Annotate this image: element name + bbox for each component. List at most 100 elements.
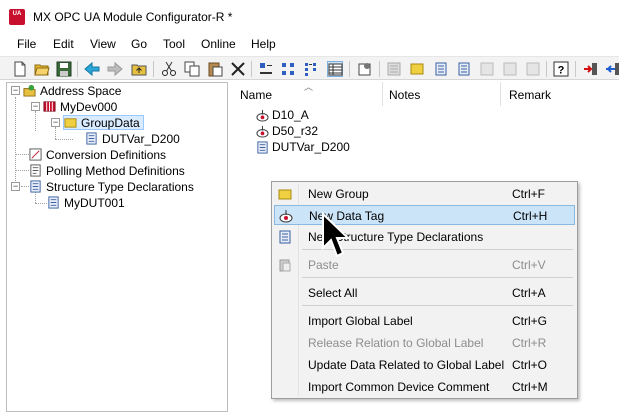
list-item-label: D10_A: [272, 108, 309, 122]
menu-item-label: Release Relation to Global Label: [308, 336, 484, 350]
structure-icon: [30, 180, 41, 193]
context-menu: New Group Ctrl+F New Data Tag Ctrl+H New…: [271, 181, 578, 399]
tree-line: [35, 203, 47, 204]
toolbar: ?: [0, 56, 619, 80]
up-folder-icon[interactable]: [131, 61, 147, 77]
forward-icon[interactable]: [107, 61, 123, 77]
list-item-label: D50_r32: [272, 124, 319, 138]
copy-icon[interactable]: [184, 61, 200, 77]
menu-view[interactable]: View: [90, 37, 116, 51]
list-item[interactable]: D50_r32: [256, 123, 318, 139]
menu-item-label: Update Data Related to Global Label: [308, 358, 505, 372]
delete-icon[interactable]: [230, 61, 246, 77]
tree-node-address-space[interactable]: Address Space: [23, 83, 121, 98]
tree-line: [55, 127, 56, 139]
details-view-icon[interactable]: [327, 61, 343, 77]
menu-item-shortcut: Ctrl+V: [512, 258, 546, 272]
svg-text:?: ?: [558, 65, 565, 77]
struct-type-icon[interactable]: [456, 61, 472, 77]
tree-line: [21, 186, 29, 187]
open-icon[interactable]: [34, 61, 50, 77]
save-icon[interactable]: [56, 61, 72, 77]
menu-item-import-global-label[interactable]: Import Global Label Ctrl+G: [274, 311, 575, 331]
expand-toggle[interactable]: −: [31, 102, 40, 111]
toolbar-separator: [153, 61, 154, 77]
expand-toggle[interactable]: −: [51, 118, 60, 127]
menu-item-new-group[interactable]: New Group Ctrl+F: [274, 184, 575, 204]
menu-item-new-data-tag[interactable]: New Data Tag Ctrl+H: [274, 205, 575, 225]
tree-node-polling[interactable]: Polling Method Definitions: [29, 163, 185, 178]
menu-go[interactable]: Go: [131, 37, 147, 51]
tree-line: [15, 154, 29, 155]
tree-node-group[interactable]: GroupData: [63, 115, 144, 130]
tree-node-conversion[interactable]: Conversion Definitions: [29, 147, 166, 162]
help-icon[interactable]: ?: [553, 61, 569, 77]
large-icons-view-icon[interactable]: [258, 61, 274, 77]
new-icon[interactable]: [12, 61, 28, 77]
data-tag-icon[interactable]: [386, 61, 402, 77]
tree-node-label: DUTVar_D200: [102, 131, 180, 146]
column-divider[interactable]: [500, 82, 501, 106]
import-icon[interactable]: [583, 61, 599, 77]
tree-line: [15, 170, 29, 171]
data-tag-icon: [256, 125, 269, 138]
menu-item-shortcut: Ctrl+M: [512, 380, 548, 394]
disabled-icon-2[interactable]: [502, 61, 518, 77]
disabled-icon-3[interactable]: [525, 61, 541, 77]
column-header-remark[interactable]: Remark: [509, 88, 551, 102]
menu-tool[interactable]: Tool: [163, 37, 185, 51]
tree-node-dutvar[interactable]: DUTVar_D200: [85, 131, 180, 146]
menu-item-import-device-comment[interactable]: Import Common Device Comment Ctrl+M: [274, 377, 575, 397]
menu-item-shortcut: Ctrl+A: [512, 286, 546, 300]
back-icon[interactable]: [84, 61, 100, 77]
menu-item-update-data[interactable]: Update Data Related to Global Label Ctrl…: [274, 355, 575, 375]
new-group-icon[interactable]: [409, 61, 425, 77]
menu-edit[interactable]: Edit: [53, 37, 74, 51]
column-header-notes[interactable]: Notes: [389, 88, 420, 102]
list-item[interactable]: DUTVar_D200: [256, 139, 350, 155]
menu-item-shortcut: Ctrl+G: [512, 314, 548, 328]
properties-icon[interactable]: [357, 61, 373, 77]
folder-icon: [278, 189, 292, 200]
folder-icon: [64, 118, 77, 128]
tree-node-mydut[interactable]: MyDUT001: [47, 195, 125, 210]
toolbar-separator: [251, 61, 252, 77]
polling-icon: [30, 164, 41, 177]
menu-online[interactable]: Online: [201, 37, 236, 51]
menu-item-shortcut: Ctrl+H: [513, 209, 548, 223]
column-header-name[interactable]: Name: [240, 88, 272, 102]
tree-node-device[interactable]: MyDev000: [43, 99, 117, 114]
menu-item-shortcut: Ctrl+F: [512, 187, 545, 201]
cut-icon[interactable]: [161, 61, 177, 77]
menu-separator: [302, 305, 573, 306]
tree-node-struct-types[interactable]: Structure Type Declarations: [29, 179, 194, 194]
expand-toggle[interactable]: −: [11, 182, 20, 191]
address-space-icon: [23, 84, 36, 97]
menu-help[interactable]: Help: [251, 37, 276, 51]
column-divider[interactable]: [382, 82, 383, 106]
expand-toggle[interactable]: −: [11, 86, 20, 95]
tree-line: [35, 111, 36, 131]
list-item-label: DUTVar_D200: [272, 140, 350, 154]
toolbar-separator: [379, 61, 380, 77]
tree-line: [55, 139, 73, 140]
list-view-icon[interactable]: [304, 61, 320, 77]
structure-icon: [48, 196, 59, 209]
disabled-icon-1[interactable]: [479, 61, 495, 77]
menu-file[interactable]: File: [17, 37, 36, 51]
app-icon-text: UA: [12, 11, 22, 17]
menu-item-paste[interactable]: Paste Ctrl+V: [274, 255, 575, 275]
tree-node-label: MyDUT001: [64, 195, 125, 210]
menu-item-new-structure-type[interactable]: New Structure Type Declarations: [274, 227, 575, 247]
export-icon[interactable]: [604, 61, 619, 77]
structure-icon[interactable]: [433, 61, 449, 77]
menu-item-select-all[interactable]: Select All Ctrl+A: [274, 283, 575, 303]
tree-view[interactable]: − Address Space − MyDev000 − GroupData D…: [6, 82, 228, 412]
small-icons-view-icon[interactable]: [281, 61, 297, 77]
menu-item-release-relation[interactable]: Release Relation to Global Label Ctrl+R: [274, 333, 575, 353]
paste-icon: [279, 259, 291, 272]
tree-node-label: GroupData: [81, 115, 140, 130]
toolbar-separator: [575, 61, 576, 77]
list-item[interactable]: D10_A: [256, 107, 309, 123]
paste-icon[interactable]: [207, 61, 223, 77]
